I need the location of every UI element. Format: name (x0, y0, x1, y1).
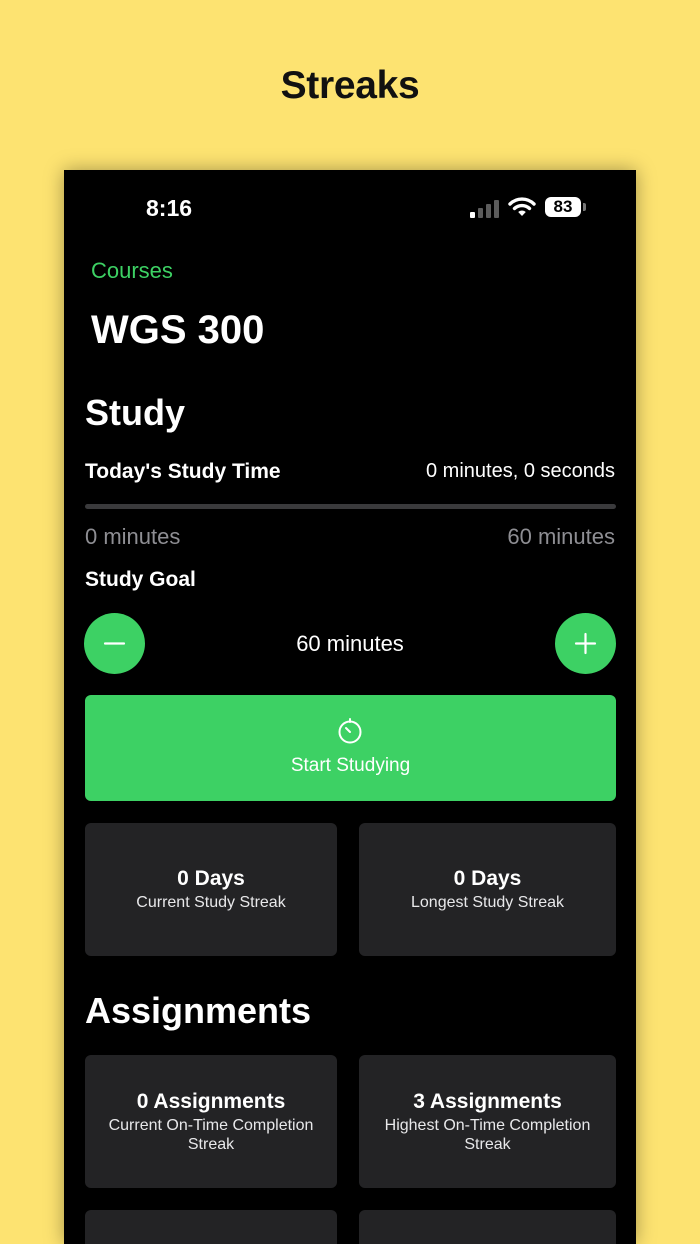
todays-study-time-value: 0 minutes, 0 seconds (426, 460, 615, 482)
plus-icon (574, 632, 597, 655)
highest-completion-streak-card: 3 Assignments Highest On-Time Completion… (359, 1055, 616, 1188)
status-bar: 8:16 83 (64, 170, 636, 246)
partial-card-right (359, 1210, 616, 1244)
assignments-section-title: Assignments (85, 990, 312, 1031)
wifi-icon (508, 197, 536, 216)
start-studying-label: Start Studying (290, 755, 411, 776)
battery-tip (583, 203, 586, 211)
start-studying-button[interactable]: Start Studying (85, 695, 616, 801)
signal-icon (470, 198, 500, 218)
current-study-streak-value: 0 Days (177, 867, 245, 890)
battery-level: 83 (553, 197, 573, 216)
increase-goal-button[interactable] (555, 613, 616, 674)
highest-completion-streak-label: Highest On-Time Completion Streak (384, 1116, 591, 1153)
longest-study-streak-label: Longest Study Streak (411, 894, 564, 911)
back-to-courses-link[interactable]: Courses (91, 258, 173, 284)
current-study-streak-label: Current Study Streak (136, 894, 286, 911)
promo-title: Streaks (280, 64, 420, 107)
highest-completion-streak-value: 3 Assignments (413, 1089, 562, 1113)
progress-min-label: 0 minutes (85, 524, 181, 549)
current-completion-streak-value: 0 Assignments (136, 1089, 286, 1113)
partial-card-left (85, 1210, 337, 1244)
longest-study-streak-value: 0 Days (453, 867, 522, 890)
battery-icon: 83 (545, 197, 581, 217)
study-section-title: Study (85, 392, 186, 433)
current-study-streak-card: 0 Days Current Study Streak (85, 823, 337, 956)
study-goal-label: Study Goal (85, 568, 196, 591)
phone-screen: 8:16 83 Courses WGS 300 Study Today's St… (64, 170, 636, 1244)
status-time: 8:16 (146, 195, 193, 221)
timer-icon (338, 718, 362, 744)
current-completion-streak-card: 0 Assignments Current On-Time Completion… (85, 1055, 337, 1188)
current-completion-streak-label: Current On-Time Completion Streak (108, 1116, 314, 1153)
study-goal-value: 60 minutes (296, 631, 404, 656)
todays-study-time-label: Today's Study Time (85, 460, 281, 483)
course-title: WGS 300 (91, 308, 265, 352)
longest-study-streak-card: 0 Days Longest Study Streak (359, 823, 616, 956)
study-progress-bar (85, 504, 616, 509)
progress-max-label: 60 minutes (507, 524, 615, 549)
